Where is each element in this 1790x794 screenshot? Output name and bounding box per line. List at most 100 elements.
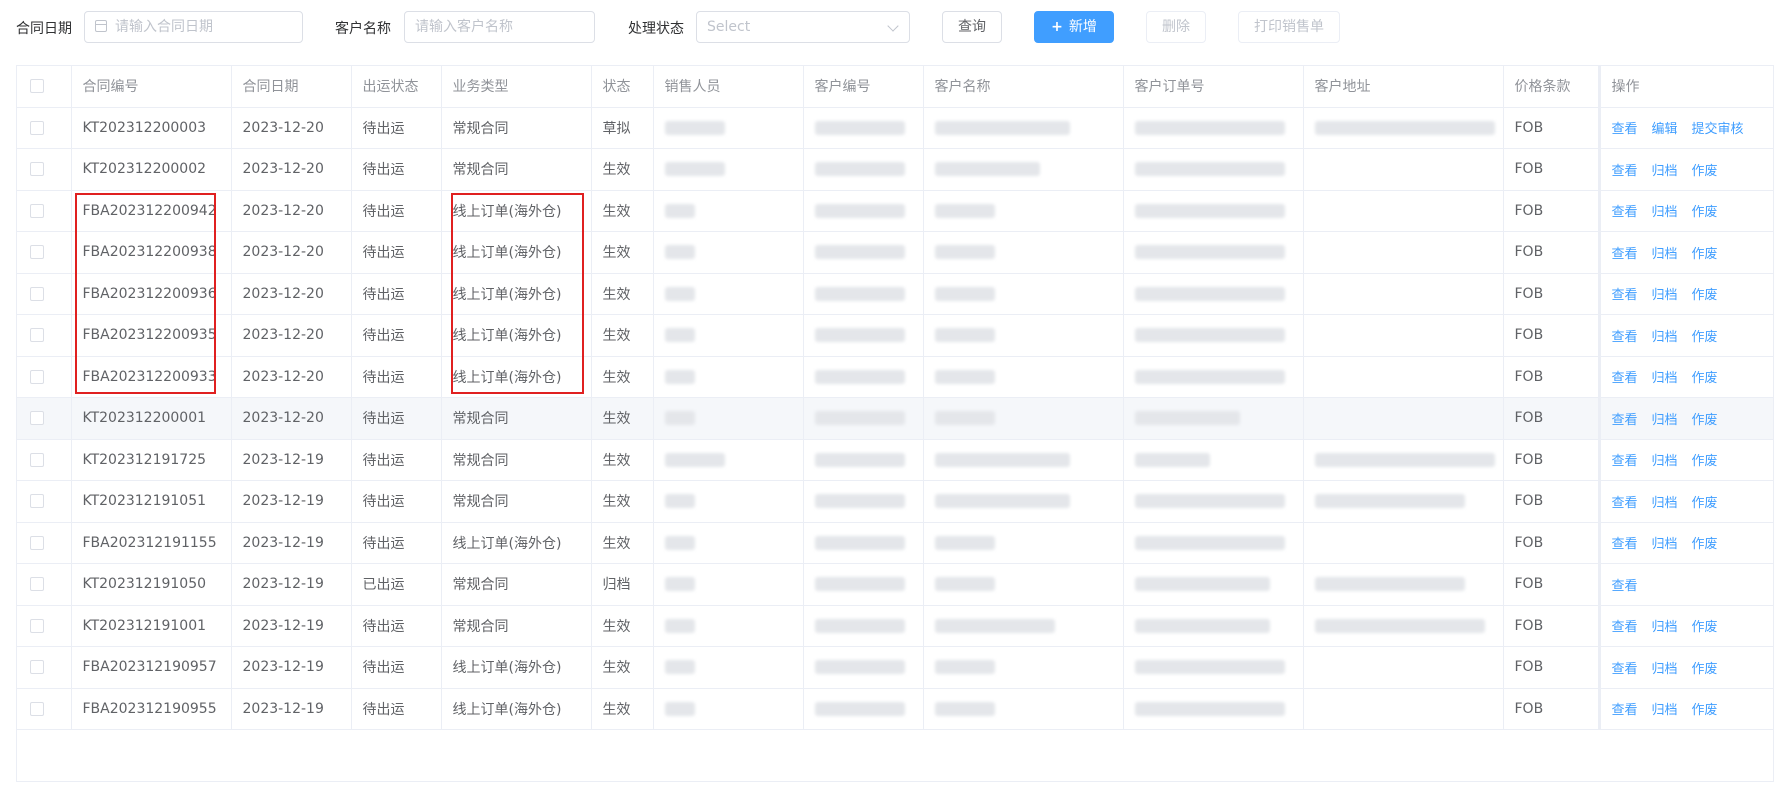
table-row[interactable]: KT202312191725 2023-12-19 待出运 常规合同 生效 FOB 查看 归档… — [17, 439, 1773, 481]
action-link[interactable]: 归档 — [1652, 205, 1678, 220]
table-row[interactable]: FBA202312200938 2023-12-20 待出运 线上订单(海外仓) 生效 F… — [17, 231, 1773, 274]
row-checkbox[interactable] — [30, 618, 44, 633]
row-checkbox[interactable] — [30, 369, 44, 384]
contract-date-input[interactable]: 请输入合同日期 — [84, 11, 303, 43]
action-link[interactable]: 作废 — [1692, 247, 1718, 262]
action-link[interactable]: 归档 — [1652, 620, 1678, 635]
row-checkbox[interactable] — [30, 452, 44, 467]
table-row[interactable]: FBA202312190955 2023-12-19 待出运 线上订单(海外仓) 生效 F… — [17, 688, 1773, 730]
action-link[interactable]: 查看 — [1612, 662, 1638, 677]
row-checkbox[interactable] — [30, 120, 44, 135]
row-checkbox[interactable] — [30, 411, 44, 426]
table-row[interactable]: KT202312191001 2023-12-19 待出运 常规合同 生效 FOB 查看 归档… — [17, 605, 1773, 647]
action-link[interactable]: 归档 — [1652, 537, 1678, 552]
redacted-customer-no — [814, 120, 905, 135]
action-link[interactable]: 查看 — [1612, 288, 1638, 303]
row-checkbox-cell[interactable] — [17, 273, 72, 315]
table-row[interactable]: FBA202312200936 2023-12-20 待出运 线上订单(海外仓) 生效 F… — [17, 273, 1773, 315]
table-row[interactable]: KT202312200003 2023-12-20 待出运 常规合同 草拟 FOB 查看 编辑… — [17, 107, 1773, 149]
action-link[interactable]: 作废 — [1692, 537, 1718, 552]
action-link[interactable]: 归档 — [1652, 703, 1678, 718]
action-link[interactable]: 归档 — [1652, 164, 1678, 179]
action-link[interactable]: 作废 — [1692, 454, 1718, 469]
action-link[interactable]: 归档 — [1652, 454, 1678, 469]
row-checkbox[interactable] — [30, 577, 44, 592]
action-link[interactable]: 查看 — [1612, 122, 1638, 137]
action-link[interactable]: 查看 — [1612, 537, 1638, 552]
row-checkbox-cell[interactable] — [17, 190, 72, 232]
action-link[interactable]: 查看 — [1612, 330, 1638, 345]
action-link[interactable]: 查看 — [1612, 703, 1638, 718]
table-row[interactable]: KT202312200002 2023-12-20 待出运 常规合同 生效 FOB 查看 归档… — [17, 148, 1773, 191]
action-link[interactable]: 作废 — [1692, 371, 1718, 386]
row-checkbox-cell[interactable] — [17, 605, 72, 647]
action-link[interactable]: 查看 — [1612, 454, 1638, 469]
table-row[interactable]: KT202312191050 2023-12-19 已出运 常规合同 归档 FOB 查看 — [17, 563, 1773, 606]
action-link[interactable]: 查看 — [1612, 371, 1638, 386]
row-checkbox[interactable] — [30, 535, 44, 550]
row-checkbox[interactable] — [30, 162, 44, 177]
action-link[interactable]: 归档 — [1652, 496, 1678, 511]
row-checkbox-cell[interactable] — [17, 356, 72, 398]
row-checkbox-cell[interactable] — [17, 688, 72, 730]
action-link[interactable]: 查看 — [1612, 413, 1638, 428]
table-row[interactable]: FBA202312200935 2023-12-20 待出运 线上订单(海外仓) 生效 F… — [17, 314, 1773, 357]
table-row[interactable]: FBA202312190957 2023-12-19 待出运 线上订单(海外仓) 生效 F… — [17, 646, 1773, 689]
row-checkbox-cell[interactable] — [17, 148, 72, 191]
action-link[interactable]: 作废 — [1692, 205, 1718, 220]
action-link[interactable]: 查看 — [1612, 496, 1638, 511]
action-link[interactable]: 归档 — [1652, 662, 1678, 677]
add-button[interactable]: + 新增 — [1034, 11, 1114, 43]
row-checkbox[interactable] — [30, 660, 44, 675]
row-checkbox[interactable] — [30, 245, 44, 260]
row-checkbox[interactable] — [30, 701, 44, 716]
row-checkbox[interactable] — [30, 286, 44, 301]
row-checkbox-cell[interactable] — [17, 107, 72, 149]
action-link[interactable]: 查看 — [1612, 164, 1638, 179]
action-link[interactable]: 作废 — [1692, 496, 1718, 511]
action-link[interactable]: 查看 — [1612, 579, 1638, 594]
select-all-checkbox[interactable] — [30, 79, 44, 94]
action-link[interactable]: 作废 — [1692, 620, 1718, 635]
status-select[interactable]: Select — [696, 11, 910, 43]
query-button[interactable]: 查询 — [942, 11, 1002, 43]
row-checkbox[interactable] — [30, 494, 44, 509]
row-checkbox-cell[interactable] — [17, 439, 72, 481]
customer-name-input[interactable]: 请输入客户名称 — [404, 11, 595, 43]
row-checkbox[interactable] — [30, 203, 44, 218]
action-link[interactable]: 作废 — [1692, 662, 1718, 677]
table-row[interactable]: KT202312191051 2023-12-19 待出运 常规合同 生效 FOB 查看 归档… — [17, 480, 1773, 523]
table-row[interactable]: KT202312200001 2023-12-20 待出运 常规合同 生效 FOB 查看 归档… — [17, 397, 1773, 440]
row-checkbox[interactable] — [30, 328, 44, 343]
action-link[interactable]: 查看 — [1612, 247, 1638, 262]
row-checkbox-cell[interactable] — [17, 522, 72, 564]
action-link[interactable]: 查看 — [1612, 205, 1638, 220]
row-checkbox-cell[interactable] — [17, 231, 72, 274]
action-link[interactable]: 归档 — [1652, 371, 1678, 386]
delete-button[interactable]: 删除 — [1146, 11, 1206, 43]
action-link[interactable]: 作废 — [1692, 413, 1718, 428]
action-link[interactable]: 作废 — [1692, 164, 1718, 179]
print-sales-order-button[interactable]: 打印销售单 — [1238, 11, 1340, 43]
row-checkbox-cell[interactable] — [17, 563, 72, 606]
table-row[interactable]: FBA202312200942 2023-12-20 待出运 线上订单(海外仓) 生效 F… — [17, 190, 1773, 232]
row-checkbox-cell[interactable] — [17, 314, 72, 357]
cell-price-terms: FOB — [1503, 356, 1600, 398]
action-link[interactable]: 归档 — [1652, 288, 1678, 303]
row-checkbox-cell[interactable] — [17, 397, 72, 440]
action-link[interactable]: 提交审核 — [1692, 122, 1744, 137]
row-checkbox-cell[interactable] — [17, 480, 72, 523]
row-checkbox-cell[interactable] — [17, 646, 72, 689]
action-link[interactable]: 作废 — [1692, 330, 1718, 345]
table-row[interactable]: FBA202312191155 2023-12-19 待出运 线上订单(海外仓) 生效 F… — [17, 522, 1773, 564]
table-row[interactable]: FBA202312200933 2023-12-20 待出运 线上订单(海外仓) 生效 F… — [17, 356, 1773, 398]
select-all-checkbox-cell[interactable] — [17, 66, 72, 108]
redacted-salesperson — [664, 494, 695, 509]
action-link[interactable]: 归档 — [1652, 247, 1678, 262]
action-link[interactable]: 归档 — [1652, 413, 1678, 428]
action-link[interactable]: 归档 — [1652, 330, 1678, 345]
action-link[interactable]: 作废 — [1692, 703, 1718, 718]
action-link[interactable]: 作废 — [1692, 288, 1718, 303]
action-link[interactable]: 编辑 — [1652, 122, 1678, 137]
action-link[interactable]: 查看 — [1612, 620, 1638, 635]
